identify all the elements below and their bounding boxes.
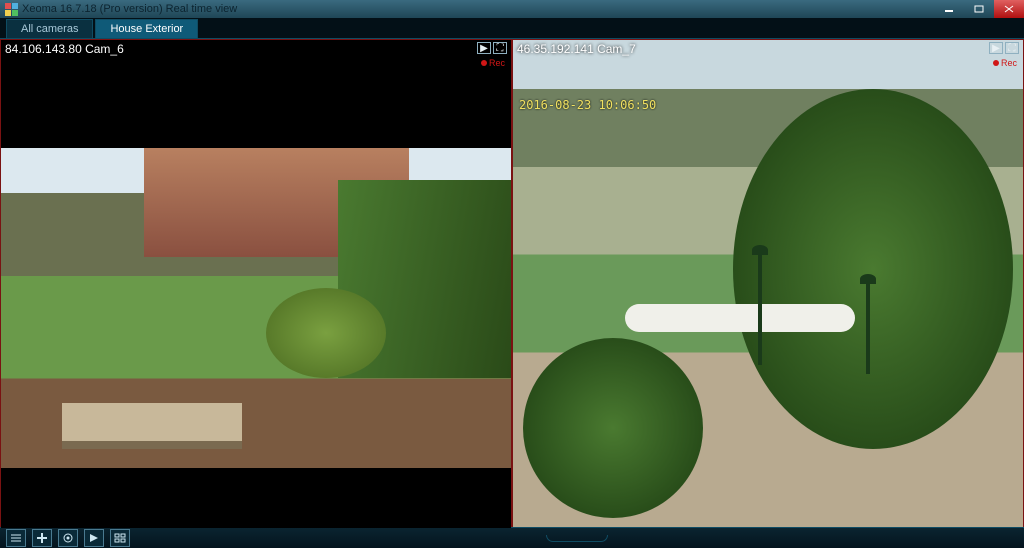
maximize-button[interactable] (964, 0, 994, 18)
letterbox-top (1, 40, 511, 148)
feed-timestamp: 2016-08-23 10:06:50 (519, 98, 656, 112)
camera-label: 84.106.143.80 Cam_6 (5, 42, 124, 56)
tab-all-cameras[interactable]: All cameras (6, 19, 93, 38)
toolbar-spacer (136, 535, 1018, 542)
bottom-toolbar (0, 527, 1024, 548)
gear-icon (62, 532, 74, 544)
settings-button[interactable] (58, 529, 78, 547)
tray-handle-icon[interactable] (546, 535, 608, 542)
fullscreen-icon[interactable]: ⛶ (1005, 42, 1019, 54)
tab-bar: All cameras House Exterior (0, 18, 1024, 39)
close-icon (1004, 5, 1014, 13)
camera-label: 46.35.192.141 Cam_7 (517, 42, 636, 56)
maximize-icon (974, 5, 984, 13)
window-title-bar: Xeoma 16.7.18 (Pro version) Real time vi… (0, 0, 1024, 18)
close-button[interactable] (994, 0, 1024, 18)
grid-icon (114, 533, 126, 543)
app-logo-icon (4, 2, 18, 16)
window-title: Xeoma 16.7.18 (Pro version) Real time vi… (22, 3, 237, 15)
letterbox-bottom (1, 468, 511, 528)
minimize-button[interactable] (934, 0, 964, 18)
camera-grid: 84.106.143.80 Cam_6 ▶ ⛶ Rec 46.35.192.14… (0, 39, 1024, 529)
camera-tile-controls: ▶ ⛶ (477, 42, 507, 54)
recording-indicator: Rec (481, 58, 505, 68)
list-icon (10, 533, 22, 543)
grid-button[interactable] (110, 529, 130, 547)
tab-house-exterior[interactable]: House Exterior (95, 19, 198, 38)
add-icon (36, 532, 48, 544)
list-view-button[interactable] (6, 529, 26, 547)
playback-icon (88, 533, 100, 543)
minimize-icon (944, 5, 954, 13)
camera-tile-2[interactable]: 46.35.192.141 Cam_7 ▶ ⛶ Rec 2016-08-23 1… (512, 39, 1024, 529)
play-icon[interactable]: ▶ (989, 42, 1003, 54)
camera-tile-controls: ▶ ⛶ (989, 42, 1019, 54)
add-button[interactable] (32, 529, 52, 547)
fullscreen-icon[interactable]: ⛶ (493, 42, 507, 54)
play-icon[interactable]: ▶ (477, 42, 491, 54)
recording-indicator: Rec (993, 58, 1017, 68)
camera-tile-1[interactable]: 84.106.143.80 Cam_6 ▶ ⛶ Rec (0, 39, 512, 529)
window-controls (934, 0, 1024, 18)
camera-feed: 2016-08-23 10:06:50 (513, 40, 1023, 528)
playback-button[interactable] (84, 529, 104, 547)
